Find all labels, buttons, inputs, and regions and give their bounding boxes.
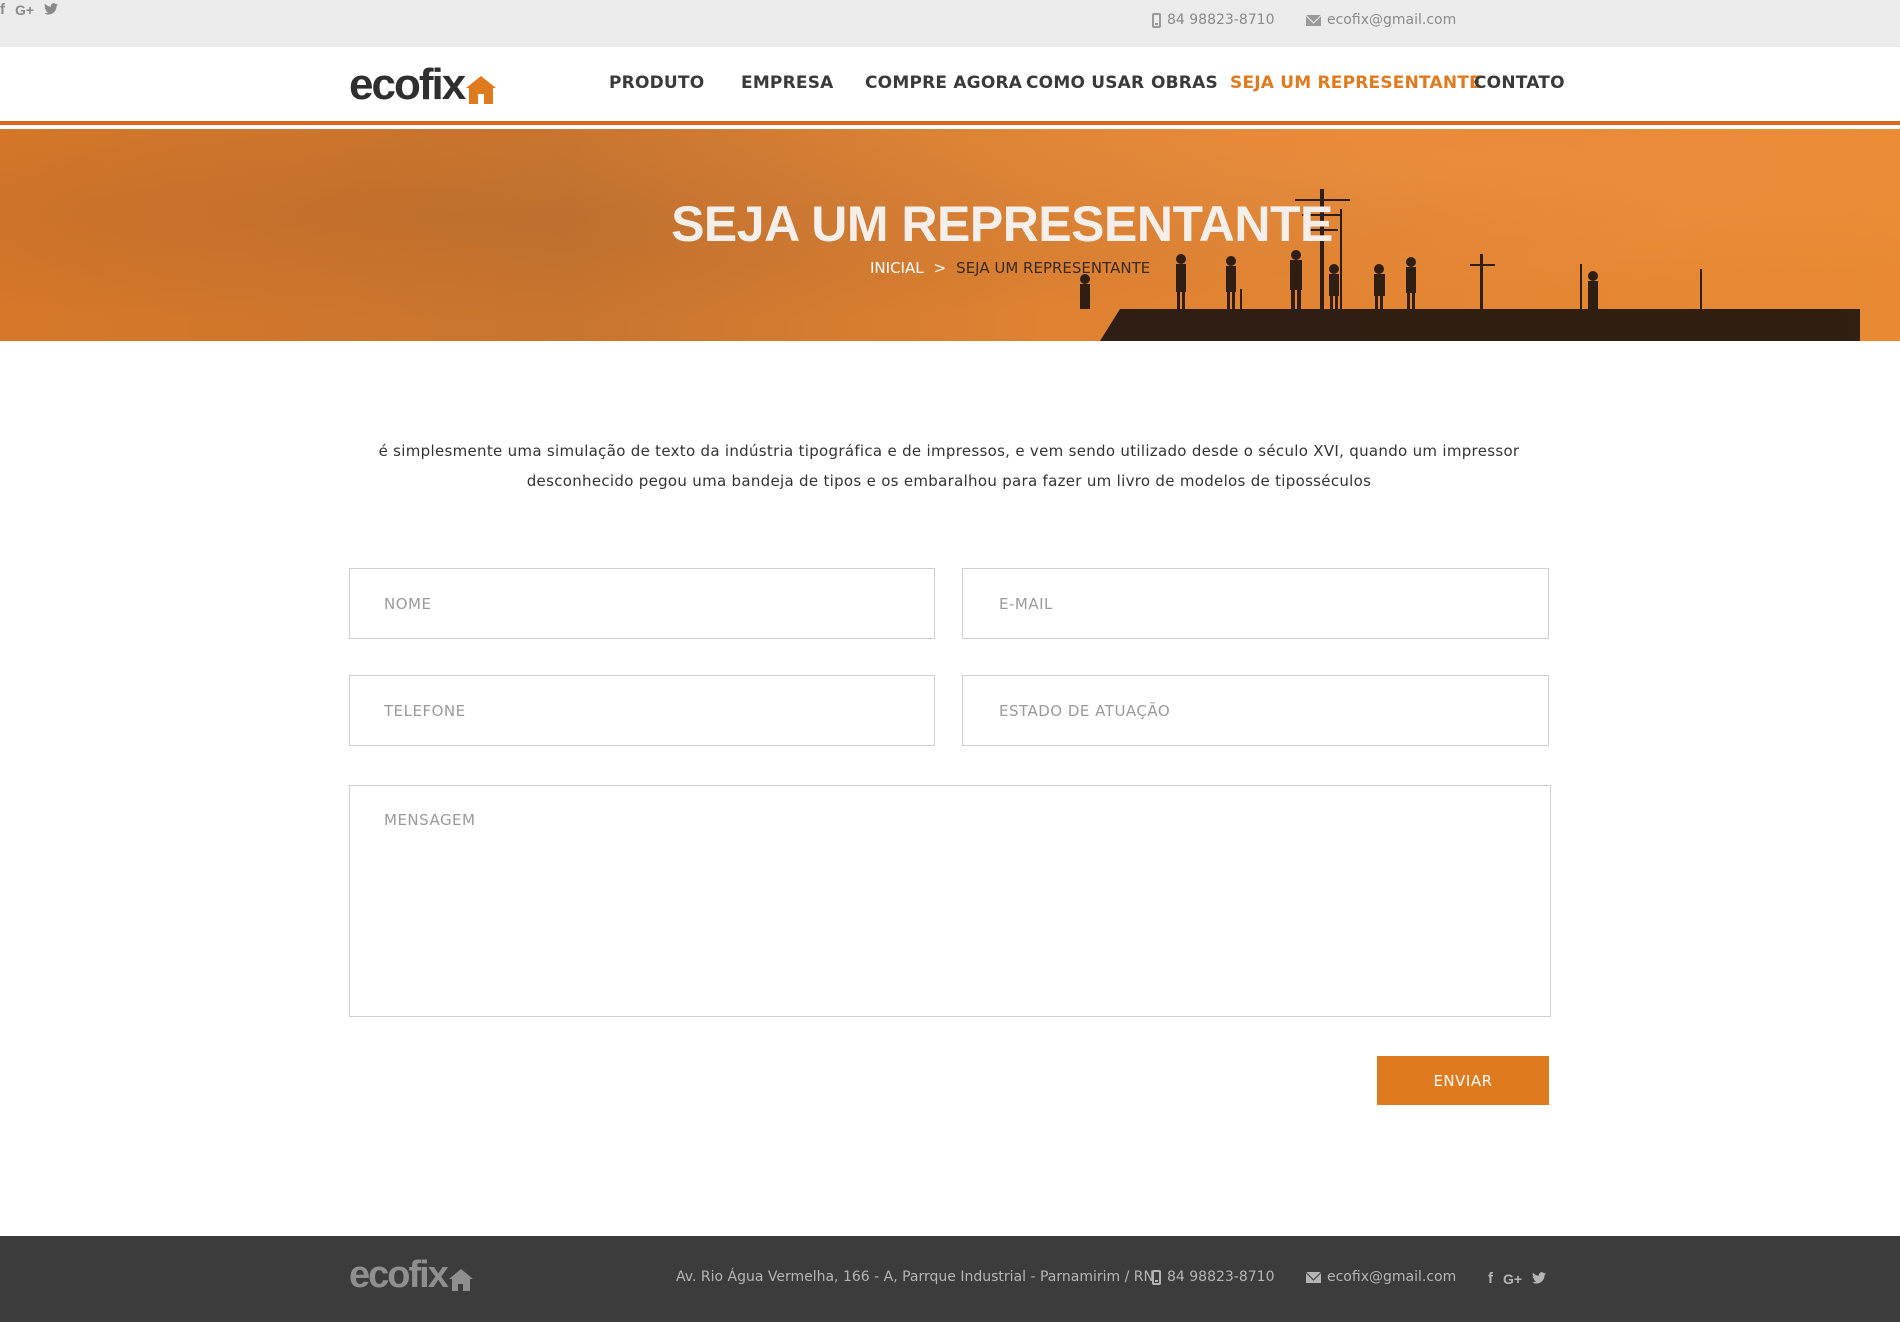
mensagem-textarea[interactable] — [349, 785, 1551, 1017]
breadcrumb-home-link[interactable]: INICIAL — [870, 259, 924, 277]
nav-compre-agora[interactable]: COMPRE AGORA — [865, 73, 1022, 93]
main-nav: PRODUTO EMPRESA COMPRE AGORA COMO USAR O… — [0, 73, 1900, 103]
nav-empresa[interactable]: EMPRESA — [741, 73, 834, 93]
intro-line-2: desconhecido pegou uma bandeja de tipos … — [526, 472, 1372, 490]
enviar-button[interactable]: ENVIAR — [1377, 1056, 1549, 1105]
footer-address: Av. Rio Água Vermelha, 166 - A, Parrque … — [676, 1269, 1154, 1285]
footer-logo-text: ecofix — [349, 1254, 449, 1296]
telefone-input[interactable] — [349, 675, 935, 746]
footer-email-text: ecofix@gmail.com — [1327, 1269, 1457, 1285]
page-hero-banner: SEJA UM REPRESENTANTE INICIAL > SEJA UM … — [0, 129, 1900, 341]
estado-de-atuacao-input[interactable] — [962, 675, 1549, 746]
topbar-email[interactable]: ecofix@gmail.com — [1306, 12, 1456, 28]
google-plus-icon[interactable]: G+ — [1503, 1270, 1522, 1288]
topbar-phone-text: 84 98823-8710 — [1167, 12, 1275, 28]
phone-icon — [1152, 12, 1161, 28]
nome-input[interactable] — [349, 568, 935, 639]
breadcrumb-separator: > — [933, 259, 947, 277]
footer-house-icon — [448, 1269, 473, 1291]
intro-paragraph: é simplesmente uma simulação de texto da… — [349, 436, 1549, 496]
topbar-email-text: ecofix@gmail.com — [1327, 12, 1457, 28]
site-footer: ecofix Av. Rio Água Vermelha, 166 - A, P… — [0, 1236, 1900, 1322]
nav-produto[interactable]: PRODUTO — [609, 73, 704, 93]
topbar-phone[interactable]: 84 98823-8710 — [1152, 12, 1274, 28]
google-plus-icon[interactable]: G+ — [15, 1, 34, 19]
footer-phone-text: 84 98823-8710 — [1167, 1269, 1275, 1285]
breadcrumb-current: SEJA UM REPRESENTANTE — [956, 259, 1151, 277]
twitter-icon[interactable] — [44, 0, 59, 19]
footer-social-links: f G+ — [1488, 1269, 1547, 1288]
phone-icon — [1152, 1269, 1161, 1285]
footer-logo[interactable]: ecofix — [349, 1256, 473, 1294]
top-bar: 84 98823-8710 ecofix@gmail.com f G+ — [0, 0, 1900, 47]
facebook-icon[interactable]: f — [1488, 1270, 1493, 1288]
nav-contato[interactable]: CONTATO — [1474, 73, 1565, 93]
page-title: SEJA UM REPRESENTANTE — [671, 196, 1333, 252]
topbar-social-links: f G+ — [0, 0, 1900, 19]
nav-obras[interactable]: OBRAS — [1151, 73, 1218, 93]
envelope-icon — [1306, 1271, 1321, 1283]
site-header: ecofix PRODUTO EMPRESA COMPRE AGORA COMO… — [0, 47, 1900, 125]
envelope-icon — [1306, 14, 1321, 26]
breadcrumb: INICIAL > SEJA UM REPRESENTANTE — [870, 259, 1150, 277]
nav-seja-um-representante[interactable]: SEJA UM REPRESENTANTE — [1230, 73, 1481, 93]
facebook-icon[interactable]: f — [0, 1, 5, 19]
intro-line-1: é simplesmente uma simulação de texto da… — [378, 442, 1520, 460]
footer-email[interactable]: ecofix@gmail.com — [1306, 1269, 1456, 1285]
twitter-icon[interactable] — [1532, 1269, 1547, 1288]
email-input[interactable] — [962, 568, 1549, 639]
footer-phone[interactable]: 84 98823-8710 — [1152, 1269, 1274, 1285]
nav-como-usar[interactable]: COMO USAR — [1026, 73, 1144, 93]
